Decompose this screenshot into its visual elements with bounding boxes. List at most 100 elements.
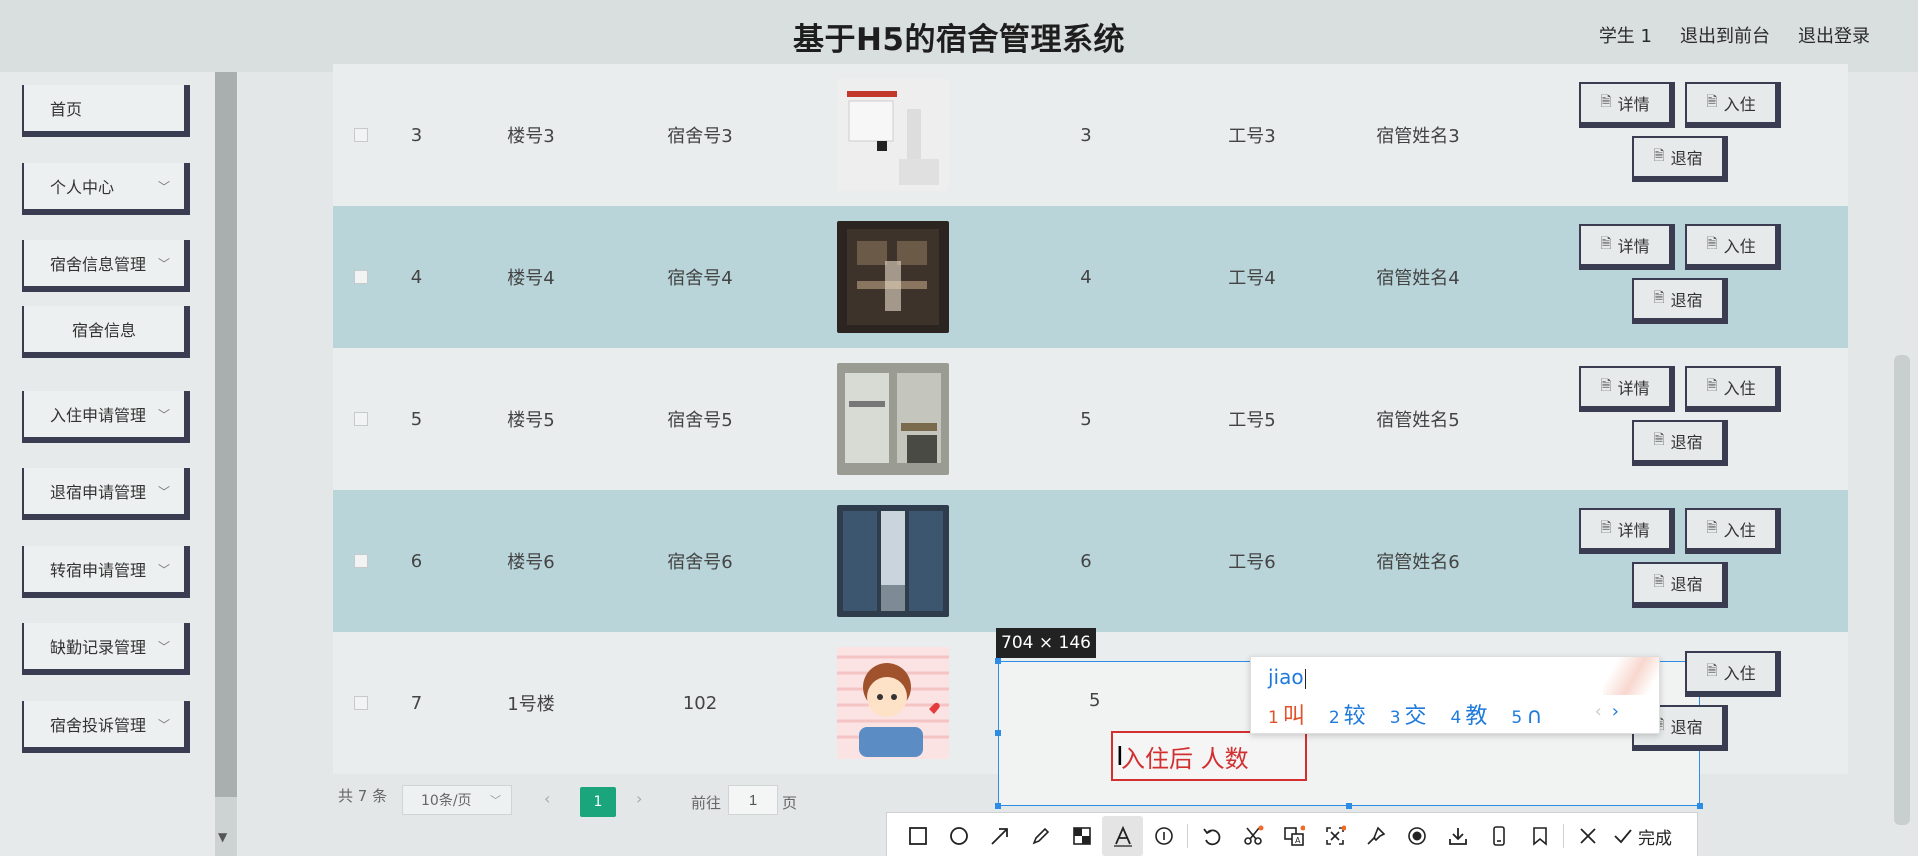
- bookmark-icon[interactable]: [1519, 816, 1560, 856]
- row-checkbox[interactable]: [353, 696, 368, 710]
- row-checkbox[interactable]: [353, 128, 368, 142]
- resize-handle[interactable]: [1346, 803, 1352, 809]
- check-icon: [1614, 829, 1632, 844]
- sidebar-scrollbar-thumb[interactable]: [215, 72, 237, 797]
- checkin-button[interactable]: 🗎 入住: [1685, 508, 1781, 554]
- current-page-button[interactable]: 1: [580, 787, 616, 817]
- sidebar-item-label: 宿舍信息: [71, 321, 136, 340]
- detail-button[interactable]: 🗎 详情: [1579, 224, 1675, 270]
- number-icon[interactable]: [1143, 816, 1184, 856]
- screenshot-toolbar: A 完成: [886, 812, 1698, 856]
- page-scrollbar-thumb[interactable]: [1894, 355, 1910, 825]
- ime-candidate[interactable]: 3交: [1390, 698, 1427, 730]
- resize-handle[interactable]: [995, 803, 1001, 809]
- checkin-button[interactable]: 🗎 入住: [1685, 224, 1781, 270]
- ime-candidate[interactable]: 1叫: [1268, 698, 1305, 730]
- done-button[interactable]: 完成: [1612, 824, 1672, 849]
- detail-button-label: 详情: [1617, 95, 1650, 114]
- checkin-button[interactable]: 🗎 入住: [1685, 651, 1781, 697]
- ime-candidate-number: 2: [1328, 708, 1340, 728]
- sidebar-item-personal-center[interactable]: 个人中心 ﹀: [22, 163, 190, 215]
- cut-icon[interactable]: [1232, 816, 1273, 856]
- text-icon[interactable]: [1102, 816, 1143, 856]
- download-icon[interactable]: [1437, 816, 1478, 856]
- checkout-button[interactable]: 🗎 退宿: [1632, 420, 1728, 466]
- sidebar-item-label: 缺勤记录管理: [50, 638, 147, 657]
- table-row: 6 楼号6 宿舍号6 6 工号6 宿管姓名6 🗎 详情 🗎 入住 🗎 退宿: [333, 490, 1848, 632]
- chevron-down-icon: ﹀: [157, 257, 170, 271]
- detail-button[interactable]: 🗎 详情: [1579, 366, 1675, 412]
- undo-icon[interactable]: [1191, 816, 1232, 856]
- sidebar-item-dorm-info[interactable]: 宿舍信息: [22, 306, 190, 358]
- prev-page-icon[interactable]: ‹: [544, 789, 550, 808]
- dorm-cell: 宿舍号6: [667, 552, 733, 573]
- ocr-icon[interactable]: [1314, 816, 1355, 856]
- row-checkbox[interactable]: [353, 554, 368, 568]
- ime-candidate-number: 3: [1389, 708, 1401, 728]
- detail-button[interactable]: 🗎 详情: [1579, 82, 1675, 128]
- sidebar-item-checkout-management[interactable]: 退宿申请管理 ﹀: [22, 468, 190, 520]
- chevron-down-icon: ﹀: [157, 563, 170, 577]
- goto-page-input[interactable]: [728, 785, 778, 815]
- row-checkbox-cell: [333, 632, 388, 774]
- building-cell: 1号楼: [507, 694, 555, 715]
- document-icon: 🗎: [1600, 94, 1612, 110]
- translate-icon[interactable]: A: [1273, 816, 1314, 856]
- staff-id-cell: 工号3: [1228, 126, 1276, 147]
- document-icon: 🗎: [1653, 290, 1665, 306]
- photo-cell: [783, 206, 1003, 348]
- close-icon[interactable]: [1567, 816, 1608, 856]
- sidebar-item-complaint-management[interactable]: 宿舍投诉管理 ﹀: [22, 701, 190, 753]
- dorm-cell: 宿舍号3: [667, 126, 733, 147]
- ime-candidate[interactable]: 5 ∩: [1511, 704, 1542, 729]
- ime-next-page-icon[interactable]: ›: [1612, 701, 1619, 722]
- row-checkbox[interactable]: [353, 412, 368, 426]
- ellipse-icon[interactable]: [938, 816, 979, 856]
- sidebar-item-dorm-info-management[interactable]: 宿舍信息管理 ﹀: [22, 240, 190, 292]
- mosaic-icon[interactable]: [1061, 816, 1102, 856]
- sidebar-item-transfer-management[interactable]: 转宿申请管理 ﹀: [22, 546, 190, 598]
- ime-candidate[interactable]: 4教: [1451, 698, 1488, 730]
- detail-button[interactable]: 🗎 详情: [1579, 508, 1675, 554]
- next-page-icon[interactable]: ›: [636, 789, 642, 808]
- checkin-button-label: 入住: [1723, 95, 1756, 114]
- dorm-cell: 宿舍号5: [667, 410, 733, 431]
- checkin-button-label: 入住: [1723, 237, 1756, 256]
- dorm-cell: 宿舍号4: [667, 268, 733, 289]
- ime-candidate-number: 5: [1511, 708, 1523, 728]
- exit-to-front-link[interactable]: 退出到前台: [1680, 22, 1770, 48]
- resize-handle[interactable]: [995, 658, 1001, 664]
- sidebar-item-absence-management[interactable]: 缺勤记录管理 ﹀: [22, 623, 190, 675]
- arrow-icon[interactable]: [979, 816, 1020, 856]
- sidebar-item-home[interactable]: 首页: [22, 85, 190, 137]
- ime-prev-page-icon[interactable]: ‹: [1595, 701, 1602, 722]
- rectangle-icon[interactable]: [897, 816, 938, 856]
- sidebar-item-label: 入住申请管理: [50, 406, 147, 425]
- logout-link[interactable]: 退出登录: [1798, 22, 1870, 48]
- user-link[interactable]: 学生 1: [1599, 22, 1652, 48]
- checkout-button[interactable]: 🗎 退宿: [1632, 562, 1728, 608]
- top-links: 学生 1 退出到前台 退出登录: [1599, 22, 1870, 48]
- table-row: 4 楼号4 宿舍号4 4 工号4 宿管姓名4 🗎 详情 🗎 入住 🗎 退宿: [333, 206, 1848, 348]
- phone-icon[interactable]: [1478, 816, 1519, 856]
- page-size-select[interactable]: 10条/页 ﹀: [402, 785, 512, 815]
- record-icon[interactable]: [1396, 816, 1437, 856]
- sidebar-item-checkin-management[interactable]: 入住申请管理 ﹀: [22, 391, 190, 443]
- annotation-text-box[interactable]: 入住后 人数: [1111, 731, 1307, 781]
- staff-id-cell: 工号4: [1228, 268, 1276, 289]
- chevron-down-icon: ﹀: [490, 794, 501, 807]
- ime-candidate[interactable]: 2较: [1329, 698, 1366, 730]
- ime-composition: jiao: [1268, 665, 1306, 689]
- resize-handle[interactable]: [1697, 803, 1703, 809]
- sidebar-item-label: 首页: [50, 100, 83, 119]
- checkout-button[interactable]: 🗎 退宿: [1632, 278, 1728, 324]
- checkout-button[interactable]: 🗎 退宿: [1632, 136, 1728, 182]
- pen-icon[interactable]: [1020, 816, 1061, 856]
- checkin-button[interactable]: 🗎 入住: [1685, 366, 1781, 412]
- checkin-button[interactable]: 🗎 入住: [1685, 82, 1781, 128]
- manager-cell: 宿管姓名6: [1376, 552, 1460, 573]
- scroll-down-arrow-icon[interactable]: ▼: [218, 830, 227, 844]
- row-checkbox[interactable]: [353, 270, 368, 284]
- resize-handle[interactable]: [995, 730, 1001, 736]
- pin-icon[interactable]: [1355, 816, 1396, 856]
